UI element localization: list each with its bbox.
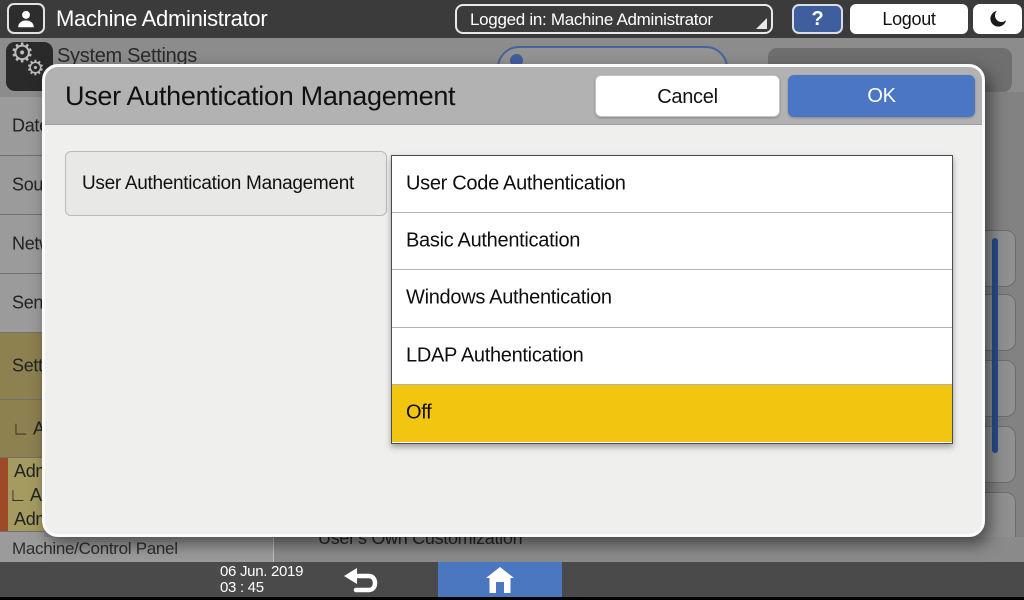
sidebar-item-send[interactable]: Send — [0, 274, 44, 333]
home-button[interactable] — [438, 562, 562, 597]
logout-button[interactable]: Logout — [850, 4, 968, 34]
sidebar-subsection-current[interactable]: Admin ∟ Admin Admin — [0, 458, 44, 532]
back-button[interactable] — [338, 562, 386, 597]
ok-button[interactable]: OK — [788, 75, 975, 117]
sidebar-item-authentication[interactable]: ∟ Auth — [0, 400, 44, 458]
page-title: Machine Administrator — [56, 6, 268, 31]
time-label: 03 : 45 — [220, 579, 264, 596]
option-user-code-authentication[interactable]: User Code Authentication — [392, 156, 952, 214]
user-authentication-dialog: User Authentication Management Cancel OK… — [42, 64, 985, 537]
scrollbar[interactable] — [992, 238, 998, 453]
option-windows-authentication[interactable]: Windows Authentication — [392, 270, 952, 328]
date-label: 06 Jun. 2019 — [220, 563, 304, 580]
top-status-bar: Machine Administrator Logged in: Machine… — [0, 0, 1024, 38]
logged-in-user-dropdown[interactable]: Logged in: Machine Administrator — [455, 4, 773, 34]
option-ldap-authentication[interactable]: LDAP Authentication — [392, 328, 952, 385]
field-label: User Authentication Management — [65, 151, 387, 216]
sidebar-item-date[interactable]: Date — [0, 97, 44, 156]
dialog-header: User Authentication Management Cancel OK — [45, 67, 982, 125]
touch-screen: ⚙ ⚙ System Settings Date Sound Network S… — [0, 0, 1024, 600]
dropdown-corner-icon — [756, 18, 767, 29]
administrator-user-icon — [7, 3, 45, 34]
settings-sidebar: Date Sound Network Send Settings ∟ Auth … — [0, 97, 280, 562]
help-button[interactable]: ? — [792, 4, 843, 34]
sidebar-item-network[interactable]: Network — [0, 215, 44, 274]
machine-control-panel-label: Machine/Control Panel — [12, 539, 178, 558]
date-time-display: 06 Jun. 2019 03 : 45 — [220, 564, 303, 596]
background-bottom-strip: Machine/Control Panel User's Own Customi… — [0, 528, 1024, 562]
dialog-title: User Authentication Management — [65, 81, 456, 111]
option-basic-authentication[interactable]: Basic Authentication — [392, 213, 952, 271]
sidebar-item-sound[interactable]: Sound — [0, 156, 44, 215]
option-off-selected[interactable]: Off — [392, 384, 952, 442]
bottom-navigation-bar: 06 Jun. 2019 03 : 45 — [0, 562, 1024, 600]
cancel-button[interactable]: Cancel — [595, 75, 780, 117]
moon-icon — [989, 10, 1006, 27]
home-icon — [486, 566, 514, 593]
energy-saver-button[interactable] — [973, 4, 1022, 34]
back-arrow-icon — [344, 567, 378, 592]
authentication-option-list: User Code Authentication Basic Authentic… — [391, 155, 953, 444]
sidebar-item-settings[interactable]: Settings — [0, 333, 44, 400]
current-marker — [0, 458, 8, 531]
